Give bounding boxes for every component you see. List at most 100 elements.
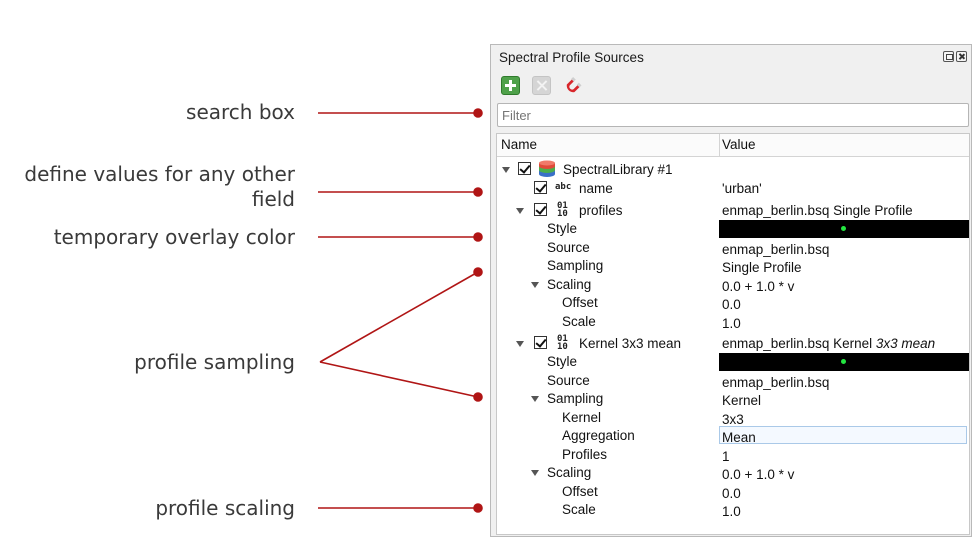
source-value[interactable]: enmap_berlin.bsq — [722, 242, 829, 257]
panel-title: Spectral Profile Sources — [499, 50, 644, 65]
sampling-dot-down — [473, 392, 483, 402]
name-field-label: name — [579, 181, 613, 196]
style-label: Style — [547, 354, 578, 369]
overlay-color-dot — [841, 226, 846, 231]
kernel-profiles-value-italic: 3x3 mean — [875, 336, 936, 351]
profiles-count-label: Profiles — [562, 447, 608, 462]
tree-row-offset[interactable]: Offset 0.0 — [497, 294, 969, 312]
sampling-dot-up — [473, 267, 483, 277]
scaling-dot — [473, 503, 483, 513]
name-field-value[interactable]: 'urban' — [722, 181, 762, 196]
expand-arrow-icon[interactable] — [531, 396, 539, 402]
scaling-label: Scaling — [547, 465, 592, 480]
float-icon[interactable] — [943, 51, 954, 62]
kernel-profiles-value-plain: enmap_berlin.bsq Kernel — [722, 336, 876, 351]
tree-row-scaling[interactable]: Scaling 0.0 + 1.0 * v — [497, 464, 969, 482]
kernel-profiles-checkbox[interactable] — [534, 336, 547, 349]
column-header-value[interactable]: Value — [722, 137, 756, 152]
expand-arrow-icon[interactable] — [531, 282, 539, 288]
overlay-color-dot — [841, 359, 846, 364]
kernel-label: Kernel — [562, 410, 602, 425]
define-values-dot — [473, 187, 483, 197]
kernel-profiles-label: Kernel 3x3 mean — [579, 336, 682, 351]
expand-arrow-icon[interactable] — [531, 470, 539, 476]
style-label: Style — [547, 221, 578, 236]
tree-row-kernel-profiles[interactable]: 01 10 Kernel 3x3 mean enmap_berlin.bsq K… — [497, 335, 969, 353]
sampling-label: Sampling — [547, 391, 604, 406]
sampling-line-up — [319, 271, 479, 363]
tree-row-aggregation[interactable]: Aggregation Mean — [497, 426, 969, 445]
spectral-library-icon — [539, 160, 555, 177]
column-header-name[interactable]: Name — [501, 137, 537, 152]
scale-value[interactable]: 1.0 — [722, 316, 741, 331]
scaling-value[interactable]: 0.0 + 1.0 * v — [722, 467, 794, 482]
scale-value[interactable]: 1.0 — [722, 504, 741, 519]
library-checkbox[interactable] — [518, 162, 531, 175]
expand-arrow-icon[interactable] — [516, 208, 524, 214]
sampling-label: Sampling — [547, 258, 604, 273]
spectral-profile-sources-panel: Spectral Profile Sources Name Value — [490, 44, 972, 537]
close-icon[interactable] — [956, 51, 967, 62]
magnet-icon[interactable] — [563, 76, 582, 95]
aggregation-value[interactable]: Mean — [722, 430, 756, 445]
tree-row-style[interactable]: Style — [497, 220, 969, 238]
binary-field-icon: 01 10 — [557, 335, 568, 352]
tree-row-name-field[interactable]: abc name 'urban' — [497, 180, 969, 198]
offset-label: Offset — [562, 295, 598, 310]
profiles-count-value[interactable]: 1 — [722, 449, 730, 464]
offset-value[interactable]: 0.0 — [722, 486, 741, 501]
style-color-swatch[interactable] — [719, 353, 969, 371]
window-buttons — [943, 51, 967, 62]
header-separator — [719, 134, 720, 156]
profiles-checkbox[interactable] — [534, 203, 547, 216]
tree-row-style[interactable]: Style — [497, 353, 969, 371]
library-label: SpectralLibrary #1 — [563, 162, 673, 177]
sampling-value[interactable]: Kernel — [722, 393, 761, 408]
offset-label: Offset — [562, 484, 598, 499]
tree-row-profiles-count[interactable]: Profiles 1 — [497, 446, 969, 464]
tree-row-scaling[interactable]: Scaling 0.0 + 1.0 * v — [497, 276, 969, 294]
expand-arrow-icon[interactable] — [516, 341, 524, 347]
filter-search-input[interactable] — [497, 103, 969, 127]
tree-row-scale[interactable]: Scale 1.0 — [497, 313, 969, 331]
binary-field-icon: 01 10 — [557, 202, 568, 219]
tree-row-offset[interactable]: Offset 0.0 — [497, 483, 969, 501]
tree-row-library[interactable]: SpectralLibrary #1 — [497, 160, 969, 179]
source-label: Source — [547, 240, 590, 255]
tree-row-sampling[interactable]: Sampling Single Profile — [497, 257, 969, 275]
scale-label: Scale — [562, 314, 596, 329]
name-field-checkbox[interactable] — [534, 181, 547, 194]
remove-source-button[interactable] — [532, 76, 551, 95]
offset-value[interactable]: 0.0 — [722, 297, 741, 312]
toolbar — [501, 76, 582, 95]
expand-arrow-icon[interactable] — [502, 167, 510, 173]
tree-row-source[interactable]: Source enmap_berlin.bsq — [497, 372, 969, 390]
tree-row-sampling[interactable]: Sampling Kernel — [497, 390, 969, 408]
search-box-dot — [473, 108, 483, 118]
scaling-value[interactable]: 0.0 + 1.0 * v — [722, 279, 794, 294]
sampling-line-down — [319, 361, 479, 398]
tree-header: Name Value — [497, 134, 969, 157]
tree-row-source[interactable]: Source enmap_berlin.bsq — [497, 239, 969, 257]
text-field-icon: abc — [555, 182, 572, 192]
source-label: Source — [547, 373, 590, 388]
tree-row-kernel[interactable]: Kernel 3x3 — [497, 409, 969, 427]
scaling-label: Scaling — [547, 277, 592, 292]
aggregation-editor[interactable] — [719, 426, 967, 444]
scale-label: Scale — [562, 502, 596, 517]
style-color-swatch[interactable] — [719, 220, 969, 238]
tree-row-scale[interactable]: Scale 1.0 — [497, 501, 969, 519]
add-source-button[interactable] — [501, 76, 520, 95]
aggregation-label: Aggregation — [562, 428, 635, 443]
binary-icon-bottom: 10 — [557, 209, 568, 219]
sources-tree: Name Value SpectralLibrary #1 abc name '… — [496, 133, 970, 535]
tree-row-profiles[interactable]: 01 10 profiles enmap_berlin.bsq Single P… — [497, 202, 969, 220]
sampling-value[interactable]: Single Profile — [722, 260, 802, 275]
overlay-color-dot — [473, 232, 483, 242]
kernel-value[interactable]: 3x3 — [722, 412, 744, 427]
source-value[interactable]: enmap_berlin.bsq — [722, 375, 829, 390]
profiles-label: profiles — [579, 203, 623, 218]
binary-icon-bottom: 10 — [557, 342, 568, 352]
kernel-profiles-value: enmap_berlin.bsq Kernel 3x3 mean — [722, 336, 935, 351]
profiles-value: enmap_berlin.bsq Single Profile — [722, 203, 913, 218]
